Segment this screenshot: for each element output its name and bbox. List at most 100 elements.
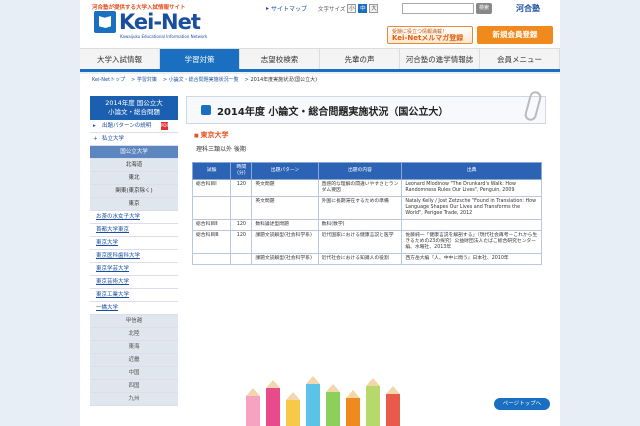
mail-magazine-button[interactable]: 受験に役立つ情報満載！ Kei-Netメルマガ登録 xyxy=(387,26,473,44)
table-cell: 総合科目Ⅲ xyxy=(191,230,232,254)
table-cell: 120 xyxy=(230,230,253,254)
register-button[interactable]: 新規会員登録 xyxy=(477,26,553,44)
table-cell: Nataly Kelly / Jost Zetzsche "Found in T… xyxy=(401,196,542,220)
kei-net-logo[interactable]: Kei-Net xyxy=(94,9,201,34)
sidebar-region[interactable]: 関東(東京除く) xyxy=(90,185,178,198)
sidebar-university[interactable]: 東京芸術大学 xyxy=(90,276,178,289)
sidebar-region[interactable]: 東海 xyxy=(90,341,178,354)
page-top-button[interactable]: ページトップへ xyxy=(494,398,550,410)
sidebar-pdf-label: 出題パターンの説明 xyxy=(102,123,152,129)
course-name: 理科三類以外 後期 xyxy=(196,146,246,153)
sidebar-region[interactable]: 北陸 xyxy=(90,328,178,341)
sidebar-region[interactable]: 四国 xyxy=(90,380,178,393)
book-logo-icon xyxy=(94,11,116,33)
sidebar-region[interactable]: 近畿 xyxy=(90,354,178,367)
sidebar-region[interactable]: 東京 xyxy=(90,198,178,211)
pencil-decoration xyxy=(266,380,280,426)
nav-school-search[interactable]: 志望校検索 xyxy=(240,49,320,69)
sidebar-university[interactable]: 東京医科歯科大学 xyxy=(90,250,178,263)
sidebar-public-header[interactable]: 国公立大学 xyxy=(90,146,178,159)
sidebar: 2014年度 国公立大 小論文・総合問題 ▸ 出題パターンの説明 PDF + 私立大学… xyxy=(90,96,178,406)
table-cell xyxy=(401,219,542,231)
font-size-small[interactable]: 小 xyxy=(347,4,357,13)
nav-member[interactable]: 会員メニュー xyxy=(480,49,560,69)
sidebar-university[interactable]: 東京大学 xyxy=(90,237,178,250)
sidebar-university[interactable]: 首都大学東京 xyxy=(90,224,178,237)
table-cell: 課題文読解型(社会科学系) xyxy=(251,230,319,254)
plus-icon: + xyxy=(93,136,98,142)
table-cell: 近代社会における知識人の役割 xyxy=(317,253,403,265)
kawaijuku-brand[interactable]: 河合塾 xyxy=(516,3,540,14)
pencil-decoration xyxy=(326,384,340,426)
nav-study[interactable]: 学習対策 xyxy=(160,49,240,69)
table-row: 英文問題 外国に長期滞在するための準備 Nataly Kelly / Jost Ze… xyxy=(191,196,542,220)
pencils-decoration xyxy=(236,376,416,426)
sidebar-region[interactable]: 中国 xyxy=(90,367,178,380)
table-cell: 近代国家における健康言説と医学 xyxy=(317,230,403,254)
search-input[interactable] xyxy=(402,3,474,14)
table-header: 出題パターン xyxy=(251,162,319,180)
breadcrumb: Kei-Netトップ > 学習対策 > 小論文・総合問題実施状況一覧 > 2014年度… xyxy=(80,74,560,86)
sidebar-university[interactable]: お茶の水女子大学 xyxy=(90,211,178,224)
sidebar-pdf-link[interactable]: ▸ 出題パターンの説明 PDF xyxy=(90,120,178,133)
main-content: 2014年度 小論文・総合問題実施状況（国公立大） 東京大学 理科三類以外 後期… xyxy=(186,89,546,386)
mail-line2: Kei-Netメルマガ登録 xyxy=(392,34,464,42)
sidebar-university[interactable]: 一橋大学 xyxy=(90,302,178,315)
table-cell: 外国に長期滞在するための準備 xyxy=(317,196,403,220)
pencil-decoration xyxy=(306,376,320,426)
breadcrumb-top[interactable]: Kei-Netトップ xyxy=(92,77,125,83)
nav-magazine[interactable]: 河合塾の進学情報誌 xyxy=(400,49,480,69)
sidebar-private-label: 私立大学 xyxy=(102,136,125,142)
font-size-medium[interactable]: 中 xyxy=(358,4,368,13)
table-cell: 総合科目Ⅱ xyxy=(191,219,232,231)
pdf-icon: PDF xyxy=(161,122,169,130)
table-cell xyxy=(230,253,253,265)
pencil-decoration xyxy=(286,392,300,426)
sitemap-link[interactable]: ▸ サイトマップ xyxy=(266,4,307,13)
search-button[interactable]: 検索 xyxy=(476,3,492,14)
font-size-switcher: 文字サイズ 小 中 大 xyxy=(318,4,379,13)
nav-senior-voice[interactable]: 先輩の声 xyxy=(320,49,400,69)
font-size-large[interactable]: 大 xyxy=(369,4,379,13)
table-row: 課題文読解型(社会科学系) 近代社会における知識人の役割 西方岳大編『人、中中に問う… xyxy=(191,253,542,265)
logo-text: Kei-Net xyxy=(119,9,201,34)
table-header: 出典 xyxy=(401,162,542,180)
sidebar-region[interactable]: 甲信越 xyxy=(90,315,178,328)
sidebar-region[interactable]: 北海道 xyxy=(90,159,178,172)
table-cell: 西方岳大編『人、中中に問う』日本社、2010年 xyxy=(401,253,542,265)
page: 河合塾が提供する大学入試情報サイト Kei-Net Kawaijuku Educ… xyxy=(0,0,640,426)
table-row: 総合科目Ⅱ 120 数科論述型問題 数科(数学) xyxy=(191,219,542,231)
sidebar-title: 2014年度 国公立大 小論文・総合問題 xyxy=(90,96,178,120)
logo-subtitle: Kawaijuku Educational Information Networ… xyxy=(120,34,208,39)
pencil-decoration xyxy=(366,378,380,426)
sidebar-title-line1: 2014年度 国公立大 xyxy=(105,99,163,107)
sidebar-title-line2: 小論文・総合問題 xyxy=(108,108,160,116)
page-title-bar: 2014年度 小論文・総合問題実施状況（国公立大） xyxy=(186,89,546,124)
table-header: 出題の内容 xyxy=(317,162,403,180)
breadcrumb-current: 2014年度実施状況(国公立大) xyxy=(250,77,318,83)
sidebar-private[interactable]: + 私立大学 xyxy=(90,133,178,146)
table-header: 時間(分) xyxy=(230,162,253,180)
pencil-decoration xyxy=(386,386,400,426)
sidebar-university[interactable]: 東京工業大学 xyxy=(90,289,178,302)
sitemap-icon: ▸ xyxy=(266,5,270,12)
sidebar-region[interactable]: 九州 xyxy=(90,393,178,406)
university-name: 東京大学 xyxy=(186,130,546,140)
nav-exam-info[interactable]: 大学入試情報 xyxy=(80,49,160,69)
breadcrumb-study[interactable]: 学習対策 xyxy=(137,77,157,83)
sidebar-region[interactable]: 東北 xyxy=(90,172,178,185)
breadcrumb-list[interactable]: 小論文・総合問題実施状況一覧 xyxy=(169,77,239,83)
table-cell: 課題文読解型(社会科学系) xyxy=(251,253,319,265)
arrow-icon: ▸ xyxy=(93,123,96,129)
sidebar-university[interactable]: 東京学芸大学 xyxy=(90,263,178,276)
table-cell: 佐藤純一「健康言説を解剖する」（現代社会再考－これから生きるための23の探究）公… xyxy=(401,230,542,254)
table-cell: 直感的な理解の間違いやすさとランダム要因 xyxy=(317,179,403,197)
table-cell: 英文問題 xyxy=(251,196,319,220)
table-row: 総合科目Ⅲ 120 課題文読解型(社会科学系) 近代国家における健康言説と医学 佐藤純一… xyxy=(191,230,542,254)
table-cell xyxy=(230,196,253,220)
table-cell: Leonard Mlodinow "The Drunkard's Walk: H… xyxy=(401,179,542,197)
page-title: 2014年度 小論文・総合問題実施状況（国公立大） xyxy=(217,106,449,118)
sitemap-label: サイトマップ xyxy=(271,6,308,13)
table-cell: 英文問題 xyxy=(251,179,319,197)
pencil-decoration xyxy=(246,388,260,426)
